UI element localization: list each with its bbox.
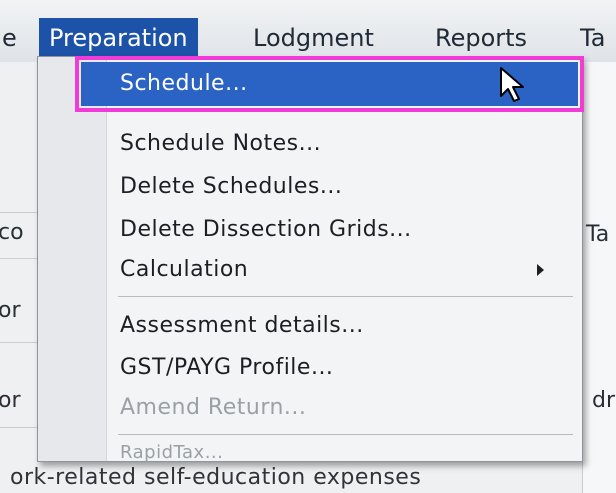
menu-bar: e Preparation Lodgment Reports Ta [0, 0, 616, 62]
background-label: co [0, 220, 24, 245]
menu-separator [118, 434, 573, 435]
menu-item-calculation[interactable]: Calculation [120, 250, 570, 290]
menu-item-label: Schedule... [120, 71, 248, 96]
menubar-item-preparation[interactable]: Preparation [39, 18, 198, 58]
menu-item-assessment-details[interactable]: Assessment details... [120, 306, 364, 346]
menu-item-delete-schedules[interactable]: Delete Schedules... [120, 167, 342, 207]
menu-icon-gutter [38, 57, 107, 461]
background-right-label: dr [592, 388, 616, 413]
menubar-item-partial-left[interactable]: e [0, 18, 27, 58]
menubar-item-reports[interactable]: Reports [425, 18, 537, 58]
menu-item-amend-return: Amend Return... [120, 395, 307, 420]
menu-item-delete-dissection-grids[interactable]: Delete Dissection Grids... [120, 210, 412, 250]
background-right-label: Ta [586, 222, 610, 247]
background-label: or [0, 388, 21, 413]
menu-item-schedule-notes[interactable]: Schedule Notes... [120, 124, 321, 164]
preparation-dropdown-menu: Schedule... Schedule Notes... Delete Sch… [37, 56, 584, 463]
menu-item-gst-payg-profile[interactable]: GST/PAYG Profile... [120, 348, 333, 388]
menu-separator [118, 296, 573, 297]
menubar-item-lodgment[interactable]: Lodgment [243, 18, 384, 58]
background-bottom-text: ork-related self-education expenses [10, 465, 422, 490]
background-label: or [0, 298, 21, 323]
mouse-pointer-icon [500, 67, 524, 102]
menu-item-label: Calculation [120, 257, 249, 282]
background-right-column [582, 62, 616, 493]
submenu-arrow-icon [537, 264, 544, 276]
menu-item-rapidtax: RapidTax... [120, 442, 224, 463]
menubar-item-ta[interactable]: Ta [570, 18, 615, 58]
